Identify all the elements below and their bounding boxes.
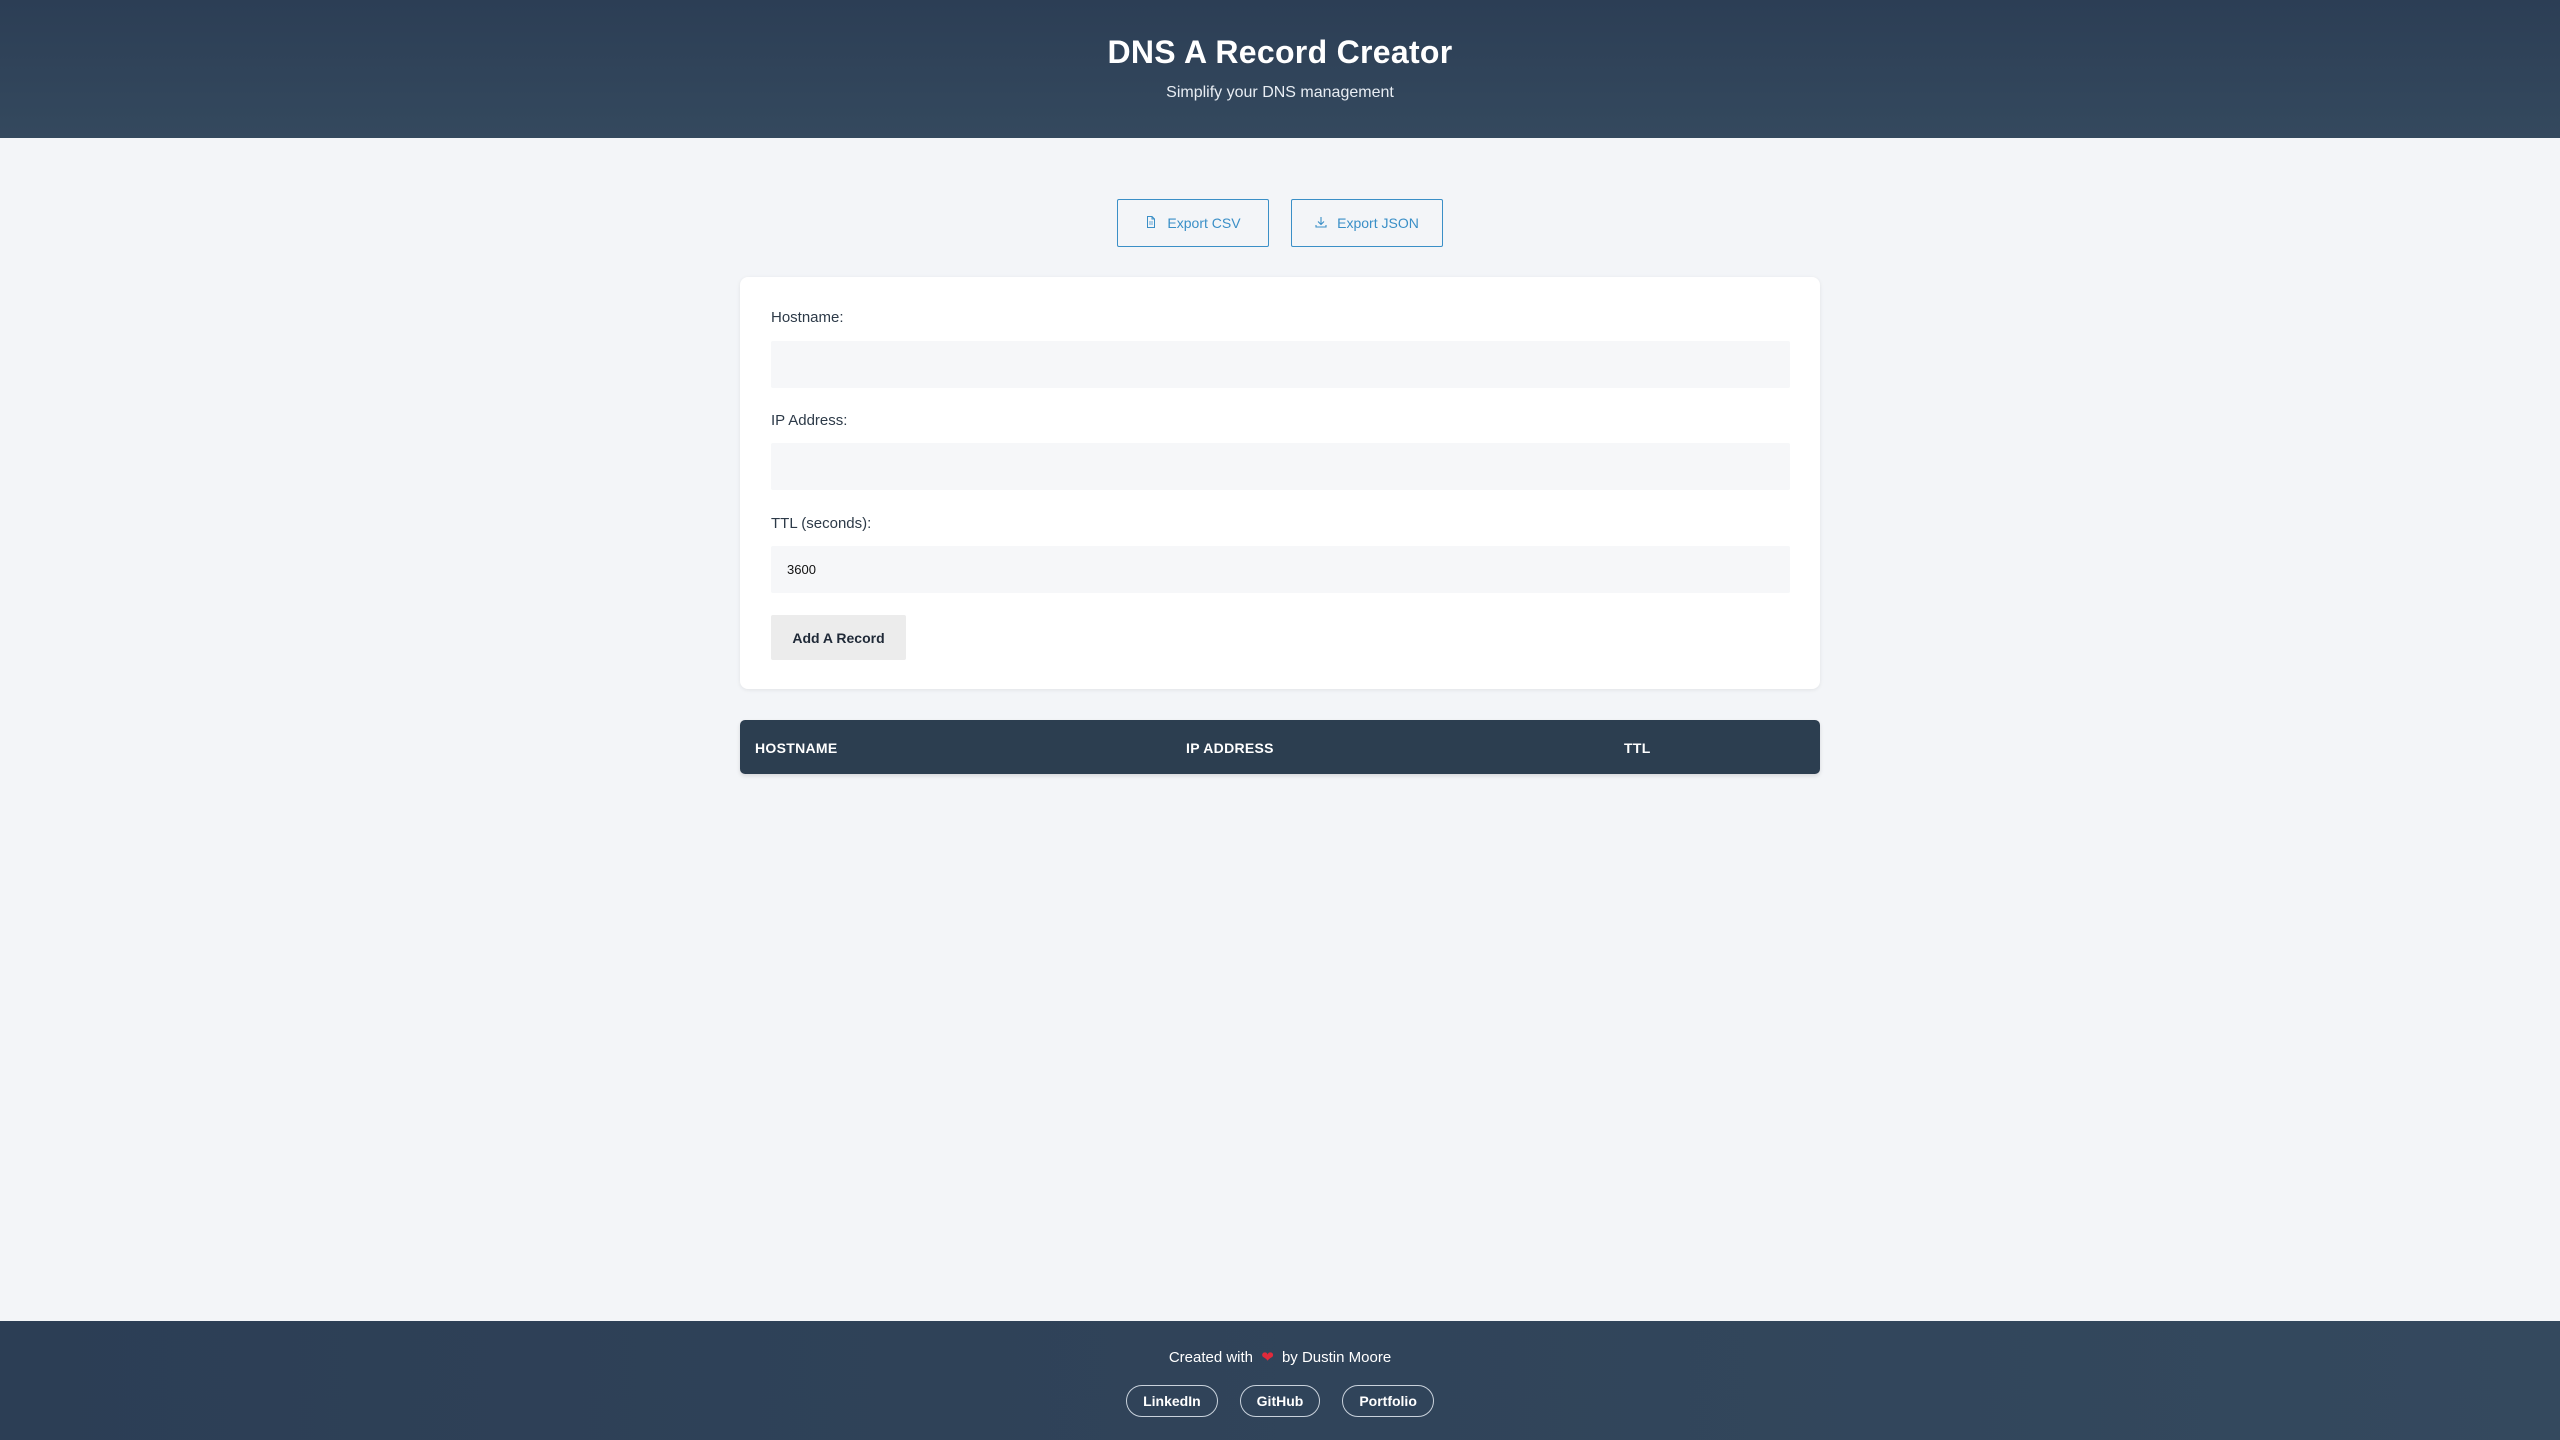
record-form: Hostname: IP Address: TTL (seconds): Add…: [740, 277, 1820, 689]
footer-credit: Created with ❤ by Dustin Moore: [0, 1348, 2560, 1366]
page-title: DNS A Record Creator: [1107, 34, 1453, 70]
app-header: DNS A Record Creator Simplify your DNS m…: [0, 0, 2560, 138]
page-subtitle: Simplify your DNS management: [1166, 84, 1394, 101]
hostname-input[interactable]: [771, 341, 1790, 388]
export-json-label: Export JSON: [1337, 215, 1419, 231]
footer-links: LinkedIn GitHub Portfolio: [0, 1385, 2560, 1417]
credit-suffix: by Dustin Moore: [1281, 1349, 1392, 1366]
column-header-ttl[interactable]: TTL: [1624, 740, 1651, 756]
hostname-label: Hostname:: [771, 309, 844, 326]
portfolio-link[interactable]: Portfolio: [1342, 1385, 1434, 1417]
export-csv-label: Export CSV: [1167, 215, 1241, 231]
add-record-button[interactable]: Add A Record: [771, 615, 906, 660]
column-header-hostname[interactable]: HOSTNAME: [755, 740, 838, 756]
heart-icon: ❤: [1261, 1349, 1274, 1366]
export-json-button[interactable]: Export JSON: [1291, 199, 1443, 247]
app-footer: Created with ❤ by Dustin Moore LinkedIn …: [0, 1321, 2560, 1440]
page: DNS A Record Creator Simplify your DNS m…: [0, 0, 2560, 1440]
github-link[interactable]: GitHub: [1239, 1385, 1321, 1417]
file-icon: [1145, 215, 1157, 231]
ttl-input[interactable]: [771, 546, 1790, 593]
export-toolbar: Export CSV Export JSON: [0, 199, 2560, 247]
records-table: HOSTNAME IP ADDRESS TTL: [740, 720, 1820, 774]
credit-prefix: Created with: [1168, 1349, 1254, 1366]
ip-address-label: IP Address:: [771, 412, 848, 429]
column-header-ip-address[interactable]: IP ADDRESS: [1186, 740, 1274, 756]
ip-address-input[interactable]: [771, 443, 1790, 490]
ttl-label: TTL (seconds):: [771, 515, 872, 532]
linkedin-link[interactable]: LinkedIn: [1126, 1385, 1218, 1417]
download-icon: [1315, 215, 1327, 231]
export-csv-button[interactable]: Export CSV: [1117, 199, 1269, 247]
